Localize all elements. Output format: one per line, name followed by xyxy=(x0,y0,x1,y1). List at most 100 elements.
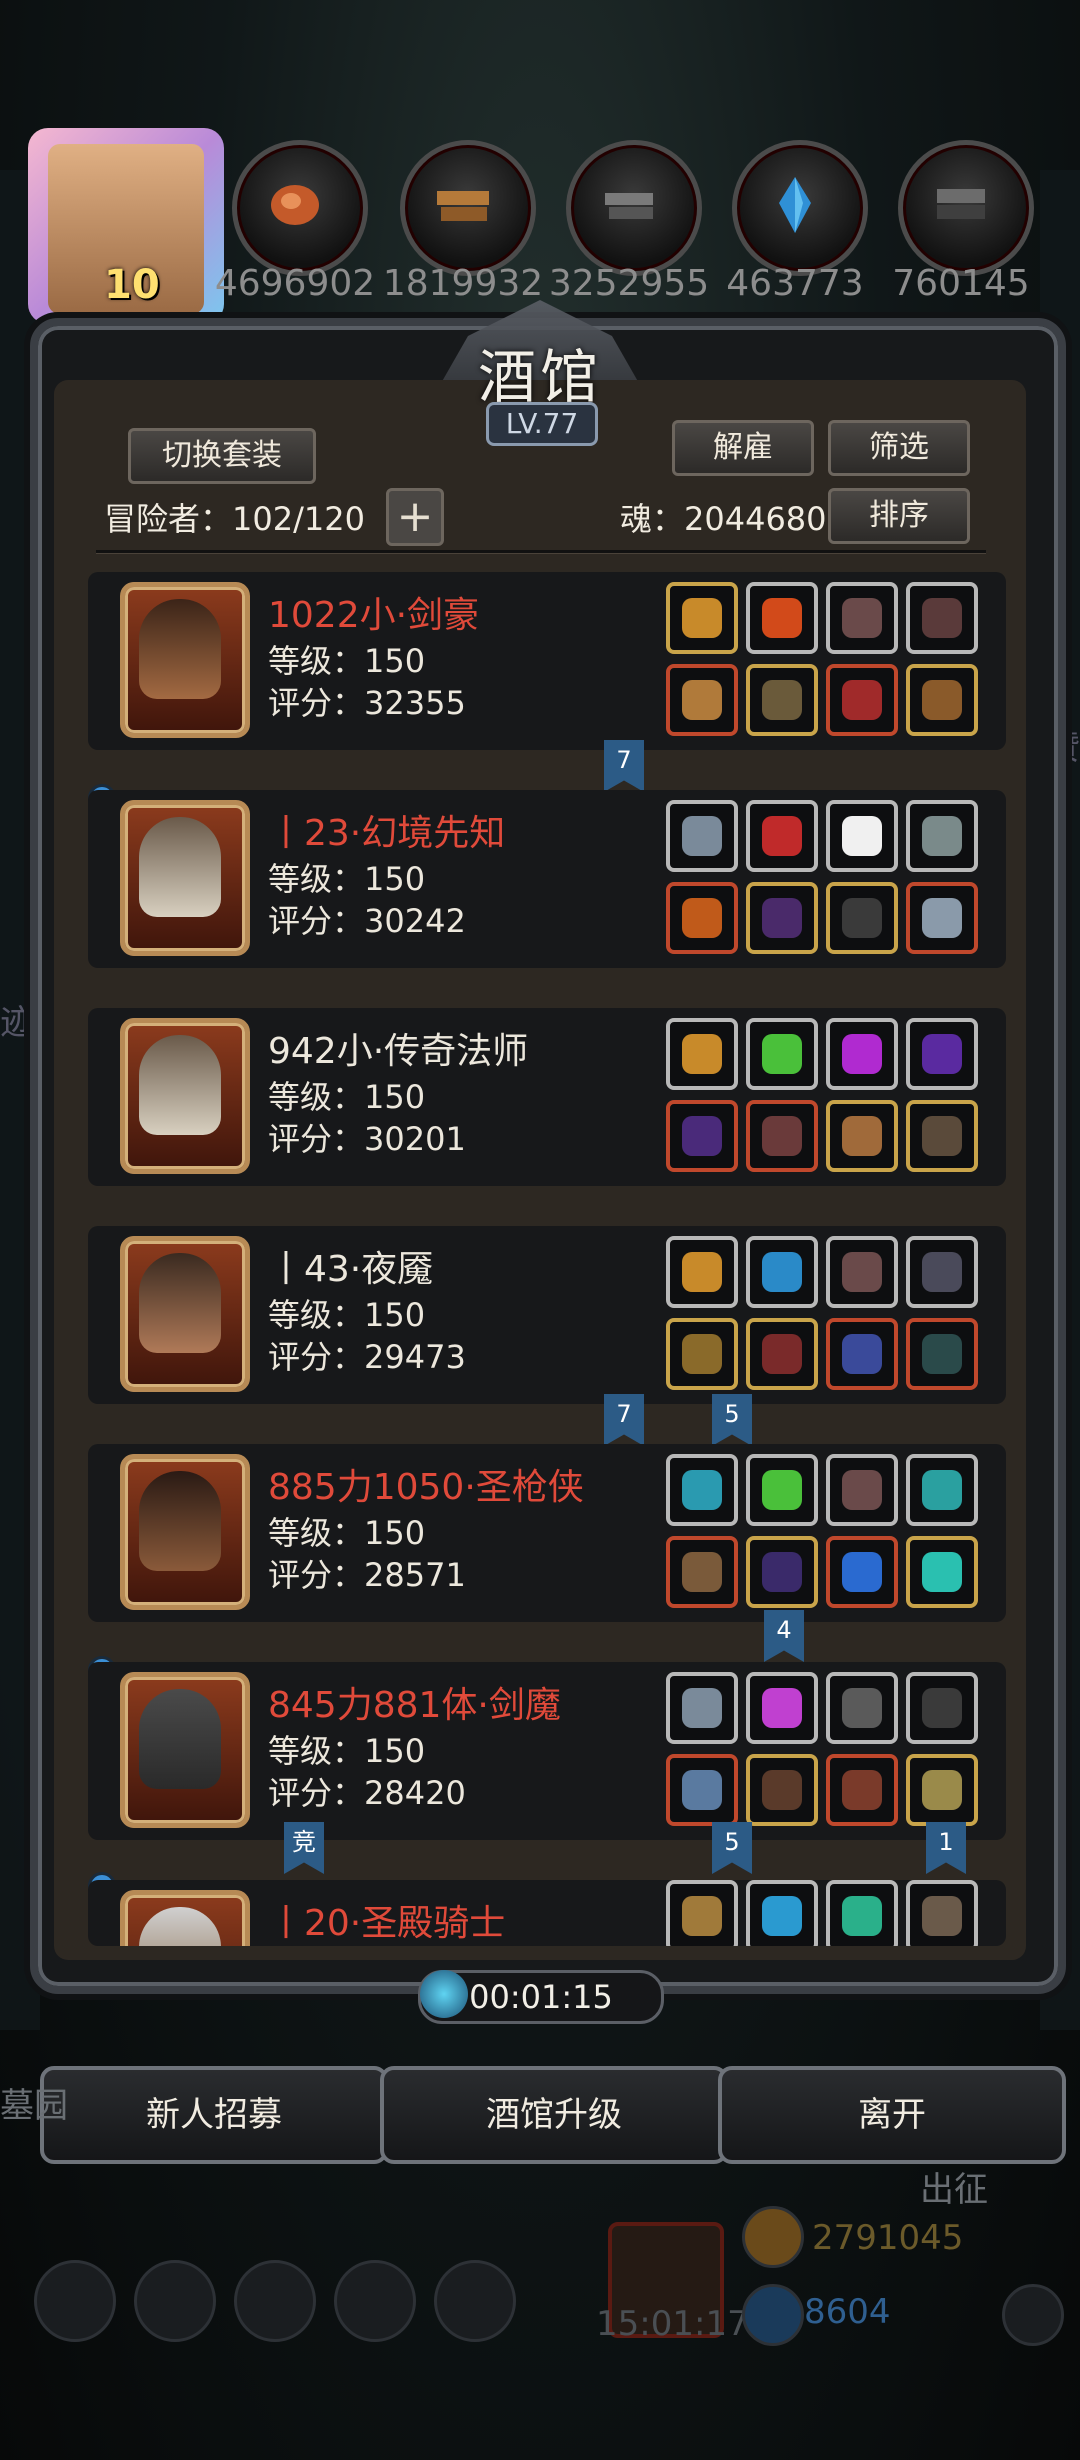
hero-name: 942小·传奇法师 xyxy=(268,1031,529,1072)
equipment-slot[interactable] xyxy=(746,1672,818,1744)
hero-row[interactable]: 885力1050·圣枪侠 等级：150 评分：28571 xyxy=(88,1444,1006,1622)
hero-level: 等级：150 xyxy=(268,1296,426,1334)
equipment-slot[interactable] xyxy=(906,1880,978,1946)
equipment-slot[interactable] xyxy=(666,1236,738,1308)
recruit-button[interactable]: 新人招募 xyxy=(40,2066,388,2164)
equipment-slot[interactable] xyxy=(746,1754,818,1826)
equipment-slot[interactable] xyxy=(906,1318,978,1390)
equipment-slot[interactable] xyxy=(826,1754,898,1826)
equipment-slot[interactable] xyxy=(666,582,738,654)
equipment-slot[interactable] xyxy=(906,1454,978,1526)
equipment-slot[interactable] xyxy=(746,800,818,872)
tavern-upgrade-button[interactable]: 酒馆升级 xyxy=(380,2066,728,2164)
hero-name: 丨43·夜魇 xyxy=(268,1249,434,1290)
hero-face xyxy=(139,1907,221,1946)
equipment-slot[interactable] xyxy=(906,1100,978,1172)
equipment-slot[interactable] xyxy=(826,1318,898,1390)
hero-row[interactable]: 丨43·夜魇 等级：150 评分：29473 xyxy=(88,1226,1006,1404)
hero-list: 1022小·剑豪 等级：150 评分：32355 7 丨23·幻境先知 等级：1… xyxy=(0,0,1080,1950)
equipment-slot[interactable] xyxy=(906,1236,978,1308)
equipment-slot[interactable] xyxy=(666,1318,738,1390)
hero-level: 等级：150 xyxy=(268,642,426,680)
equipment-slot[interactable] xyxy=(906,800,978,872)
equipment-slot[interactable] xyxy=(746,582,818,654)
graveyard-label: 墓园 xyxy=(0,2086,68,2126)
mail-icon[interactable] xyxy=(334,2260,416,2342)
equipment-slot[interactable] xyxy=(746,1880,818,1946)
equipment-slot[interactable] xyxy=(826,664,898,736)
hero-face xyxy=(139,817,221,917)
equipment-slot[interactable] xyxy=(826,1100,898,1172)
hero-portrait xyxy=(120,1890,250,1946)
hero-portrait xyxy=(120,1454,250,1610)
set-bonus-flag: 5 xyxy=(712,1822,752,1874)
add-currency-icon[interactable] xyxy=(1002,2284,1064,2346)
hero-level: 等级：150 xyxy=(268,1078,426,1116)
set-bonus-flag: 7 xyxy=(604,740,644,792)
equipment-slot[interactable] xyxy=(746,1454,818,1526)
equipment-slot[interactable] xyxy=(826,1880,898,1946)
hero-portrait xyxy=(120,1672,250,1828)
equipment-slot[interactable] xyxy=(906,882,978,954)
settings-gear-icon[interactable] xyxy=(34,2260,116,2342)
equipment-slot[interactable] xyxy=(826,582,898,654)
equipment-slot[interactable] xyxy=(666,1880,738,1946)
set-bonus-flag: 4 xyxy=(764,1610,804,1662)
equipment-slot[interactable] xyxy=(906,1536,978,1608)
equipment-slot[interactable] xyxy=(826,1454,898,1526)
equipment-slot[interactable] xyxy=(666,664,738,736)
equipment-slot[interactable] xyxy=(746,882,818,954)
equipment-slot[interactable] xyxy=(666,1100,738,1172)
equipment-slot[interactable] xyxy=(906,1754,978,1826)
gold-amount: 2791045 xyxy=(812,2218,964,2258)
equipment-slot[interactable] xyxy=(746,1536,818,1608)
equipment-slot[interactable] xyxy=(746,1236,818,1308)
equipment-slot[interactable] xyxy=(746,1018,818,1090)
leave-button[interactable]: 离开 xyxy=(718,2066,1066,2164)
equipment-slot[interactable] xyxy=(666,882,738,954)
gem-icon xyxy=(742,2284,804,2346)
equipment-slot[interactable] xyxy=(906,1672,978,1744)
book-icon[interactable] xyxy=(234,2260,316,2342)
equipment-slot[interactable] xyxy=(746,664,818,736)
equipment-slot[interactable] xyxy=(746,1100,818,1172)
hero-row[interactable]: 丨23·幻境先知 等级：150 评分：30242 xyxy=(88,790,1006,968)
expedition-label[interactable]: 出征 xyxy=(920,2162,988,2211)
hero-score: 评分：28420 xyxy=(268,1774,466,1812)
equipment-slot[interactable] xyxy=(906,1018,978,1090)
equipment-slot[interactable] xyxy=(826,1236,898,1308)
set-bonus-flag: 7 xyxy=(604,1394,644,1446)
hero-face xyxy=(139,1035,221,1135)
equipment-slot[interactable] xyxy=(826,1018,898,1090)
equipment-slot[interactable] xyxy=(666,800,738,872)
timer-clock-icon xyxy=(420,1970,468,2018)
gold-coin-icon xyxy=(742,2206,804,2268)
hero-score: 评分：30242 xyxy=(268,902,466,940)
hero-face xyxy=(139,1689,221,1789)
equipment-slot[interactable] xyxy=(826,1536,898,1608)
set-bonus-flag: 竞 xyxy=(284,1822,324,1874)
hero-row[interactable]: 丨20·圣殿骑士 xyxy=(88,1880,1006,1946)
shield-icon[interactable] xyxy=(434,2260,516,2342)
equipment-slot[interactable] xyxy=(826,882,898,954)
hero-portrait xyxy=(120,800,250,956)
hero-level: 等级：150 xyxy=(268,860,426,898)
hero-row[interactable]: 845力881体·剑魔 等级：150 评分：28420 xyxy=(88,1662,1006,1840)
star-icon[interactable] xyxy=(134,2260,216,2342)
equipment-slot[interactable] xyxy=(666,1754,738,1826)
equipment-slot[interactable] xyxy=(906,582,978,654)
equipment-slot[interactable] xyxy=(666,1018,738,1090)
hero-row[interactable]: 1022小·剑豪 等级：150 评分：32355 xyxy=(88,572,1006,750)
hero-name: 1022小·剑豪 xyxy=(268,595,480,636)
hero-score: 评分：28571 xyxy=(268,1556,466,1594)
equipment-slot[interactable] xyxy=(906,664,978,736)
equipment-slot[interactable] xyxy=(666,1536,738,1608)
equipment-slot[interactable] xyxy=(826,800,898,872)
equipment-slot[interactable] xyxy=(826,1672,898,1744)
equipment-slot[interactable] xyxy=(746,1318,818,1390)
hero-portrait xyxy=(120,582,250,738)
hero-row[interactable]: 942小·传奇法师 等级：150 评分：30201 xyxy=(88,1008,1006,1186)
hero-face xyxy=(139,599,221,699)
equipment-slot[interactable] xyxy=(666,1454,738,1526)
equipment-slot[interactable] xyxy=(666,1672,738,1744)
